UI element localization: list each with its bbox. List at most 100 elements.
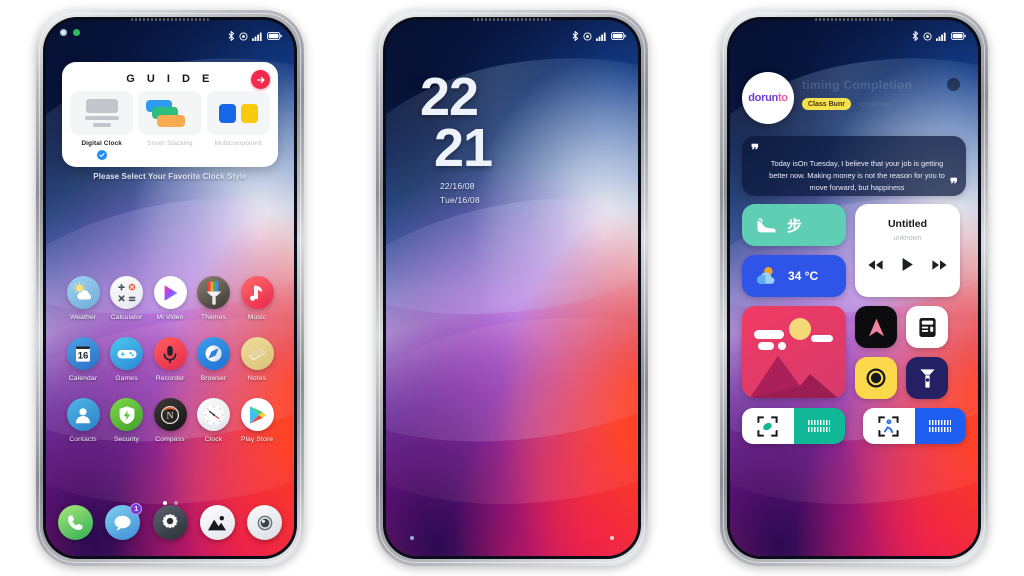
earpiece-speaker (815, 18, 893, 21)
scan-right-button[interactable] (863, 408, 915, 444)
messages-icon (114, 515, 131, 531)
notes-icon (240, 337, 274, 370)
status-bar (386, 20, 638, 46)
dock-phone-button[interactable] (58, 505, 93, 540)
earpiece-speaker (131, 18, 209, 21)
guide-option-smart-stacking[interactable]: Smart Stacking (138, 91, 202, 160)
dock-messages-button[interactable]: 1 (105, 503, 143, 540)
guide-title: G U I D E (126, 73, 214, 85)
battery-icon (267, 32, 282, 40)
avatar-wordmark-secondary: to (777, 92, 788, 104)
calculator-icon (918, 317, 936, 337)
punch-hole-camera (947, 78, 960, 91)
app-row: Contacts Security N Compass Clock Play S… (56, 398, 284, 443)
scan-left-barcode[interactable] (793, 408, 845, 444)
photo-icon (750, 318, 838, 398)
status-bar (730, 20, 978, 46)
quote-close-mark: ❞ (949, 176, 958, 193)
app-label: Calendar (68, 375, 98, 382)
weather-icon (66, 276, 100, 309)
svg-text:N: N (166, 410, 173, 421)
music-icon (240, 276, 274, 309)
music-widget[interactable]: Untitled unknown (855, 204, 960, 297)
app-security[interactable]: Security (106, 398, 148, 443)
app-compass[interactable]: N Compass (149, 398, 191, 443)
guide-options: Digital Clock Smart Stacking Multicompon… (70, 91, 270, 160)
quote-open-mark: ❞ (751, 142, 759, 159)
weather-temperature: 34 °C (788, 269, 819, 283)
check-icon (96, 150, 107, 160)
phone-3-bezel: dorunto timing Completion Class Bunr con… (727, 17, 981, 559)
app-notes[interactable]: Notes (236, 337, 278, 382)
widget-col-right (855, 306, 948, 399)
app-label: Notes (247, 375, 267, 382)
contacts-icon (66, 398, 100, 431)
guide-option-multicomponent[interactable]: Multicomponent (206, 91, 270, 160)
location-icon (923, 31, 932, 41)
camera-widget[interactable] (855, 357, 897, 399)
app-weather[interactable]: Weather (62, 276, 104, 321)
app-games[interactable]: Games (106, 337, 148, 382)
app-themes[interactable]: Themes (193, 276, 235, 321)
quote-widget[interactable]: ❞ Today isOn Tuesday, I believe that you… (742, 136, 966, 196)
steps-widget[interactable]: 步 (742, 204, 846, 246)
calendar-icon: 16 (66, 337, 100, 370)
flashlight-widget[interactable] (906, 357, 948, 399)
scan-person-icon (878, 415, 899, 437)
mi-video-icon (153, 276, 187, 309)
scan-icon (757, 415, 778, 437)
phone-1-bezel: G U I D E Digital Clock Smart Stacking M… (43, 17, 297, 559)
guide-subtitle: Please Select Your Favorite Clock Style (93, 172, 247, 181)
phone-icon (68, 515, 83, 530)
phone-2-screen: 22 21 22/16/08 Tue/16/08 (386, 20, 638, 556)
guide-card[interactable]: G U I D E Digital Clock Smart Stacking M… (62, 62, 278, 167)
scan-widget-right[interactable] (863, 408, 966, 444)
navigation-icon (868, 318, 884, 336)
app-calendar[interactable]: 16 Calendar (62, 337, 104, 382)
calculator-widget[interactable] (906, 306, 948, 348)
dock-gallery-button[interactable] (199, 505, 235, 540)
guide-next-button[interactable] (251, 70, 270, 89)
earpiece-speaker (473, 18, 551, 21)
photo-widget[interactable] (742, 306, 846, 398)
app-calculator[interactable]: Calculator (106, 276, 148, 321)
phone-2-bezel: 22 21 22/16/08 Tue/16/08 (383, 17, 641, 559)
app-music[interactable]: Music (236, 276, 278, 321)
app-recorder[interactable]: Recorder (149, 337, 191, 382)
app-play-store[interactable]: Play Store (236, 398, 278, 443)
dock-camera-button[interactable] (247, 505, 282, 540)
bluetooth-icon (228, 31, 235, 41)
app-browser[interactable]: Browser (193, 337, 235, 382)
flashlight-icon (919, 368, 935, 388)
app-label: Play Store (240, 436, 274, 443)
app-row: 16 Calendar Games Recorder Browser Notes (56, 337, 284, 382)
profile-name: timing Completion (802, 78, 913, 92)
navigation-widget[interactable] (855, 306, 897, 348)
guide-option-digital-clock[interactable]: Digital Clock (70, 91, 134, 160)
widget-row-2 (742, 306, 966, 399)
dock-settings-button[interactable] (152, 505, 188, 540)
scan-left-button[interactable] (742, 408, 794, 444)
scan-widget-left[interactable] (742, 408, 845, 444)
widget-row-3 (742, 408, 966, 444)
status-badge[interactable]: Class Bunr (802, 98, 851, 110)
app-contacts[interactable]: Contacts (62, 398, 104, 443)
clock-minutes: 21 (434, 117, 493, 178)
weather-widget[interactable]: 34 °C (742, 255, 846, 297)
quick-row-1 (855, 306, 948, 348)
bottom-right-dot (610, 536, 614, 540)
clock-hours: 22 (420, 67, 479, 127)
avatar[interactable]: dorunto (742, 72, 794, 124)
profile-header: dorunto timing Completion Class Bunr con… (742, 72, 966, 130)
scan-right-barcode[interactable] (914, 408, 966, 444)
battery-icon (951, 32, 966, 40)
bottom-left-dot (410, 536, 414, 540)
music-title: Untitled (887, 218, 928, 230)
app-clock[interactable]: Clock (193, 398, 235, 443)
browser-icon (197, 337, 230, 370)
app-row: Weather Calculator Mi Video Themes Music (56, 276, 284, 321)
app-label: Security (113, 436, 140, 443)
app-mi-video[interactable]: Mi Video (149, 276, 191, 321)
camera-icon (257, 515, 272, 530)
calculator-icon (110, 276, 143, 309)
